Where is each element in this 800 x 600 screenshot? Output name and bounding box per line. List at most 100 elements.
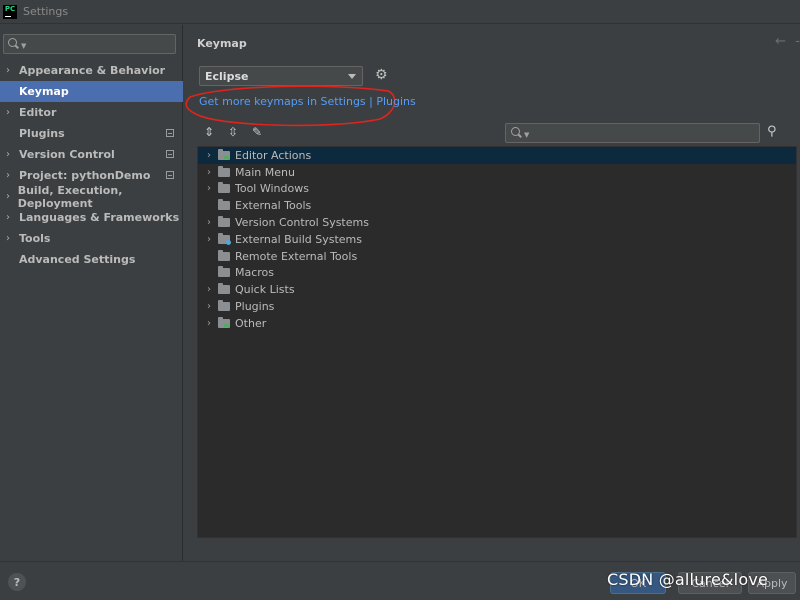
folder-icon <box>218 249 230 261</box>
chevron-right-icon[interactable]: › <box>6 107 19 118</box>
tree-row[interactable]: › Main Menu <box>198 164 796 181</box>
tree-row-label: External Tools <box>235 199 312 213</box>
tree-row-label: Remote External Tools <box>235 249 358 263</box>
keymap-panel: Keymap ← - Eclipse ⚙ Get more keymaps in… <box>184 25 800 561</box>
sidebar-item-appearance-behavior[interactable]: › Appearance & Behavior <box>0 60 183 81</box>
tree-row[interactable]: › Plugins <box>198 298 796 315</box>
page-title: Keymap <box>197 37 247 50</box>
chevron-down-icon: ▼ <box>524 131 530 139</box>
forward-arrow-icon[interactable]: - <box>795 34 800 49</box>
project-level-icon <box>166 129 174 137</box>
sidebar-item-label: Keymap <box>19 85 69 98</box>
chevron-right-icon[interactable]: › <box>202 217 216 228</box>
tree-row-label: Version Control Systems <box>235 216 369 230</box>
chevron-right-icon[interactable]: › <box>6 65 19 76</box>
settings-sidebar: ▼ › Appearance & Behavior Keymap › Editor Plu… <box>0 25 183 561</box>
sidebar-nav: › Appearance & Behavior Keymap › Editor Plugi… <box>0 60 183 270</box>
tree-toolbar: ⇕ ⇳ ✎ <box>202 125 264 139</box>
edit-pencil-icon[interactable]: ✎ <box>250 125 264 139</box>
sidebar-item-label: Plugins <box>19 127 65 140</box>
keymap-tree: › Editor Actions › Main Menu › Tool Windows Ex… <box>197 146 797 538</box>
sidebar-item-tools[interactable]: › Tools <box>0 228 183 249</box>
tree-row[interactable]: › Other <box>198 315 796 332</box>
sidebar-item-keymap[interactable]: Keymap <box>0 81 183 102</box>
editor-actions-icon <box>218 148 230 160</box>
help-button[interactable]: ? <box>8 573 26 591</box>
tree-row-label: Tool Windows <box>235 182 309 196</box>
chevron-right-icon[interactable]: › <box>6 149 19 160</box>
tree-row-label: Other <box>235 316 267 330</box>
tree-row[interactable]: › Quick Lists <box>198 281 796 298</box>
tree-row-label: Editor Actions <box>235 148 312 162</box>
tree-row[interactable]: External Tools <box>198 197 796 214</box>
keymap-filter-input[interactable]: ▼ <box>505 123 760 143</box>
tree-row[interactable]: › Version Control Systems <box>198 214 796 231</box>
chevron-right-icon[interactable]: › <box>6 212 19 223</box>
sidebar-item-label: Version Control <box>19 148 115 161</box>
sidebar-search-input[interactable]: ▼ <box>3 34 176 54</box>
plugins-link[interactable]: Plugins <box>376 95 415 108</box>
search-icon <box>8 38 20 50</box>
project-level-icon <box>166 150 174 158</box>
tree-row-label: Plugins <box>235 300 275 314</box>
sidebar-item-label: Build, Execution, Deployment <box>17 183 123 210</box>
folder-icon <box>218 266 230 278</box>
chevron-right-icon[interactable]: › <box>202 150 216 161</box>
tree-row[interactable]: › External Build Systems <box>198 231 796 248</box>
sidebar-item-label: Languages & Frameworks <box>19 211 180 224</box>
tree-row-label: Main Menu <box>235 165 295 179</box>
sidebar-item-advanced-settings[interactable]: Advanced Settings <box>0 249 183 270</box>
folder-icon <box>218 283 230 295</box>
chevron-right-icon[interactable]: › <box>6 233 19 244</box>
other-icon <box>218 316 230 328</box>
window-title: Settings <box>23 5 69 18</box>
project-level-icon <box>166 171 174 179</box>
search-icon <box>511 127 523 139</box>
collapse-all-icon[interactable]: ⇳ <box>226 125 240 139</box>
chevron-right-icon[interactable]: › <box>202 234 216 245</box>
title-bar: PC Settings <box>0 0 800 24</box>
csdn-watermark: CSDN @allure&love <box>607 570 769 589</box>
dropdown-caret-icon <box>348 74 356 79</box>
sidebar-item-label: Tools <box>19 232 51 245</box>
gear-icon[interactable]: ⚙ <box>375 67 388 83</box>
folder-icon <box>218 199 230 211</box>
sidebar-item-version-control[interactable]: › Version Control <box>0 144 183 165</box>
chevron-right-icon[interactable]: › <box>6 191 18 202</box>
folder-icon <box>218 216 230 228</box>
get-more-keymaps-link-row: Get more keymaps in Settings | Plugins <box>199 95 416 108</box>
chevron-down-icon: ▼ <box>21 42 27 50</box>
tree-row-label: Macros <box>235 266 275 280</box>
get-more-keymaps-link[interactable]: Get more keymaps in Settings <box>199 95 366 108</box>
keymap-selected-value: Eclipse <box>205 69 249 83</box>
build-systems-icon <box>218 232 231 245</box>
chevron-right-icon[interactable]: › <box>6 170 19 181</box>
find-by-shortcut-icon[interactable]: ⚲ <box>767 124 777 139</box>
sidebar-item-editor[interactable]: › Editor <box>0 102 183 123</box>
back-arrow-icon[interactable]: ← <box>775 34 786 49</box>
folder-icon <box>218 300 230 312</box>
chevron-right-icon[interactable]: › <box>202 183 216 194</box>
folder-icon <box>218 182 230 194</box>
chevron-right-icon[interactable]: › <box>202 301 216 312</box>
tree-row[interactable]: › Editor Actions <box>198 147 796 164</box>
tree-row-label: External Build Systems <box>235 232 362 246</box>
tree-row[interactable]: › Tool Windows <box>198 181 796 198</box>
sidebar-item-languages-frameworks[interactable]: › Languages & Frameworks <box>0 207 183 228</box>
tree-row[interactable]: Remote External Tools <box>198 248 796 265</box>
sidebar-item-label: Appearance & Behavior <box>19 64 166 77</box>
chevron-right-icon[interactable]: › <box>202 284 216 295</box>
chevron-right-icon[interactable]: › <box>202 318 216 329</box>
pycharm-logo-icon: PC <box>3 4 17 19</box>
tree-row[interactable]: Macros <box>198 265 796 282</box>
tree-row-label: Quick Lists <box>235 283 295 297</box>
sidebar-item-build-execution-deployment[interactable]: › Build, Execution, Deployment <box>0 183 183 210</box>
sidebar-item-plugins[interactable]: Plugins <box>0 123 183 144</box>
main-menu-icon <box>218 165 230 177</box>
sidebar-item-label: Advanced Settings <box>19 253 136 266</box>
link-separator: | <box>365 95 377 108</box>
chevron-right-icon[interactable]: › <box>202 167 216 178</box>
expand-all-icon[interactable]: ⇕ <box>202 125 216 139</box>
sidebar-item-label: Project: pythonDemo <box>19 169 151 182</box>
sidebar-item-label: Editor <box>19 106 57 119</box>
